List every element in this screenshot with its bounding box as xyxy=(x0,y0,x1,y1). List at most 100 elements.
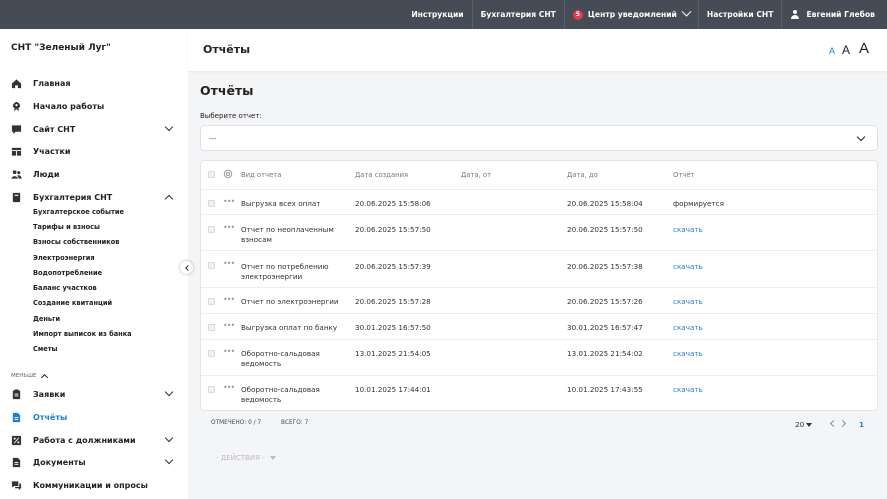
row-checkbox[interactable] xyxy=(208,350,215,357)
page-number[interactable]: 1 xyxy=(859,420,864,429)
select-all-checkbox[interactable] xyxy=(208,171,215,178)
sidebar-item-start[interactable]: Начало работы xyxy=(0,96,188,116)
more-icon[interactable]: ••• xyxy=(223,259,235,268)
org-name: СНТ "Зеленый Луг" xyxy=(11,43,111,53)
cell-created: 20.06.2025 15:57:28 xyxy=(355,297,431,306)
table-row[interactable]: ••• Отчет по потреблению электроэнергии … xyxy=(201,250,877,287)
chevron-down-icon[interactable] xyxy=(164,433,174,443)
chevron-up-icon[interactable] xyxy=(164,194,174,204)
table-row[interactable]: ••• Отчет по неоплаченным взносам 20.06.… xyxy=(201,214,877,250)
table-row[interactable]: ••• Выгрузка всех оплат 20.06.2025 15:58… xyxy=(201,189,877,214)
column-header-type[interactable]: Вид отчета xyxy=(241,171,281,179)
font-size-medium-button[interactable]: A xyxy=(842,43,850,57)
sub-item-estimates[interactable]: Сметы xyxy=(33,345,58,353)
sidebar-item-debtors[interactable]: Работа с должниками xyxy=(0,430,188,450)
chevron-down-icon[interactable] xyxy=(164,122,174,132)
chat-icon xyxy=(11,124,22,134)
row-checkbox[interactable] xyxy=(208,324,215,331)
sub-item-bank-import[interactable]: Импорт выписок из банка xyxy=(33,330,132,338)
prev-page-button[interactable] xyxy=(829,419,838,428)
more-icon[interactable]: ••• xyxy=(223,347,235,356)
more-icon[interactable]: ••• xyxy=(223,295,235,304)
more-icon[interactable]: ••• xyxy=(223,197,235,206)
table-row[interactable]: ••• Отчет по электроэнергии 20.06.2025 1… xyxy=(201,287,877,313)
comments-icon xyxy=(11,480,22,490)
reports-table: Вид отчета Дата создания Дата, от Дата, … xyxy=(200,160,878,411)
column-header-from[interactable]: Дата, от xyxy=(461,171,491,179)
less-toggle[interactable]: МЕНЬШЕ xyxy=(11,372,48,382)
sidebar-item-people[interactable]: Люди xyxy=(0,164,188,184)
download-link[interactable]: скачать xyxy=(673,262,703,272)
accounting-link[interactable]: Бухгалтерия СНТ xyxy=(471,0,564,29)
table-row[interactable]: ••• Оборотно-сальдовая ведомость 10.01.2… xyxy=(201,375,877,411)
column-header-report[interactable]: Отчёт xyxy=(673,171,694,179)
per-page-select[interactable]: 20 xyxy=(795,420,804,429)
sidebar-item-label: Коммуникации и опросы xyxy=(33,480,148,490)
marked-count: ОТМЕЧЕНО: 0 / 7 xyxy=(211,420,262,426)
download-link[interactable]: скачать xyxy=(673,349,703,359)
sidebar-item-communications[interactable]: Коммуникации и опросы xyxy=(0,475,188,495)
download-link[interactable]: скачать xyxy=(673,225,703,235)
settings-link[interactable]: Настройки СНТ xyxy=(697,0,782,29)
row-checkbox[interactable] xyxy=(208,226,215,233)
download-link[interactable]: скачать xyxy=(673,385,703,395)
notifications-label: Центр уведомлений xyxy=(587,10,677,19)
row-checkbox[interactable] xyxy=(208,298,215,305)
cell-type: Выгрузка всех оплат xyxy=(241,199,321,208)
sidebar-item-label: Участки xyxy=(33,146,71,156)
home-icon xyxy=(11,78,22,88)
more-icon[interactable]: ••• xyxy=(223,383,235,392)
sidebar-item-reports[interactable]: Отчёты xyxy=(0,407,188,427)
download-link[interactable]: скачать xyxy=(673,297,703,307)
sidebar-item-documents[interactable]: Документы xyxy=(0,452,188,472)
sub-item-owner-fees[interactable]: Взносы собственников xyxy=(33,238,119,246)
cell-created: 20.06.2025 15:58:06 xyxy=(355,199,431,208)
collapse-sidebar-button[interactable] xyxy=(180,261,193,274)
sub-item-tariffs[interactable]: Тарифы и взносы xyxy=(33,223,100,231)
sub-item-water[interactable]: Водопотребление xyxy=(33,269,102,277)
user-menu[interactable]: Евгений Глебов xyxy=(781,0,887,29)
gear-icon[interactable] xyxy=(223,169,233,179)
more-icon[interactable]: ••• xyxy=(223,321,235,330)
sub-item-receipts[interactable]: Создание квитанций xyxy=(33,299,112,307)
row-checkbox[interactable] xyxy=(208,386,215,393)
sidebar-item-label: Документы xyxy=(33,457,86,467)
download-link[interactable]: скачать xyxy=(673,323,703,333)
cell-to: 20.06.2025 15:57:50 xyxy=(567,225,643,234)
rocket-icon xyxy=(12,101,21,111)
sidebar-item-requests[interactable]: Заявки xyxy=(0,384,188,404)
more-icon[interactable]: ••• xyxy=(223,223,235,232)
report-select-value: --- xyxy=(209,135,217,143)
sidebar-item-accounting[interactable]: Бухгалтерия СНТ xyxy=(0,187,188,207)
row-checkbox[interactable] xyxy=(208,200,215,207)
next-page-button[interactable] xyxy=(838,419,847,428)
sub-item-balance[interactable]: Баланс участков xyxy=(33,284,97,292)
sidebar-item-site[interactable]: Сайт СНТ xyxy=(0,119,188,139)
sidebar-item-label: Бухгалтерия СНТ xyxy=(33,192,113,202)
table-row[interactable]: ••• Оборотно-сальдовая ведомость 13.01.2… xyxy=(201,339,877,375)
sub-item-electricity[interactable]: Электроэнергия xyxy=(33,254,95,262)
notifications-menu[interactable]: 5 Центр уведомлений xyxy=(563,0,698,29)
sidebar-item-home[interactable]: Главная xyxy=(0,73,188,93)
report-select[interactable]: --- xyxy=(200,125,878,151)
sidebar-item-plots[interactable]: Участки xyxy=(0,141,188,161)
actions-dropdown[interactable]: - ДЕЙСТВИЯ - xyxy=(216,454,276,462)
sidebar-item-label: Заявки xyxy=(33,389,66,399)
column-header-to[interactable]: Дата, до xyxy=(567,171,598,179)
sub-item-money[interactable]: Деньги xyxy=(33,315,60,323)
instructions-link[interactable]: Инструкции xyxy=(403,0,471,29)
table-row[interactable]: ••• Выгрузка оплат по банку 30.01.2025 1… xyxy=(201,313,877,339)
sidebar-item-label: Работа с должниками xyxy=(33,435,136,445)
chevron-left-icon xyxy=(184,264,191,271)
font-size-large-button[interactable]: A xyxy=(859,40,869,57)
row-checkbox[interactable] xyxy=(208,262,215,269)
sidebar: СНТ "Зеленый Луг" Главная Начало работы … xyxy=(0,29,188,499)
chevron-down-icon xyxy=(681,6,692,17)
column-header-created[interactable]: Дата создания xyxy=(355,171,408,179)
chevron-down-icon[interactable] xyxy=(164,387,174,397)
chevron-down-icon[interactable] xyxy=(164,455,174,465)
sub-item-accounting-event[interactable]: Бухгалтерское событие xyxy=(33,208,124,216)
chevron-up-icon xyxy=(40,373,48,382)
font-size-small-button[interactable]: A xyxy=(829,46,835,56)
cell-type: Отчет по потреблению электроэнергии xyxy=(241,262,329,281)
